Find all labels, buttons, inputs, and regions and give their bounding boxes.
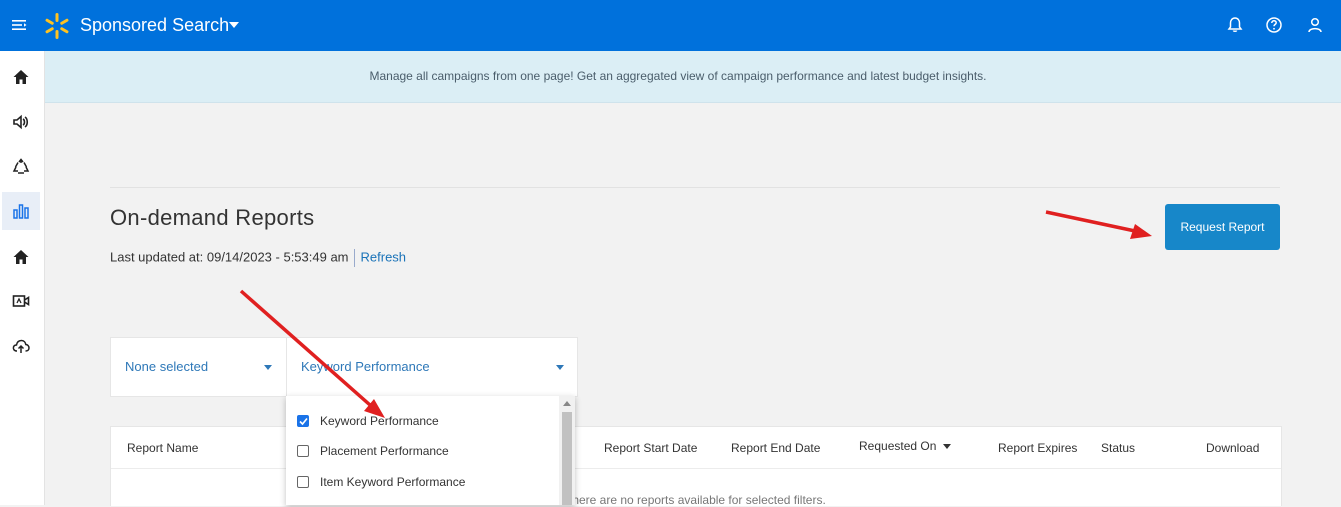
nav-reports[interactable] (2, 192, 40, 230)
column-header[interactable]: Report Name (127, 441, 198, 455)
scroll-thumb[interactable] (562, 412, 572, 505)
checkmark-icon (299, 417, 308, 426)
dropdown-option[interactable]: Placement Performance (286, 437, 556, 467)
option-label: Placement Performance (320, 444, 449, 458)
refresh-link[interactable]: Refresh (361, 249, 407, 264)
report-scope-select[interactable]: None selected (111, 338, 286, 396)
column-header[interactable]: Report Expires (998, 441, 1077, 455)
column-header[interactable]: Download (1206, 441, 1259, 455)
nav-video[interactable] (2, 282, 40, 320)
caret-down-icon (264, 365, 272, 370)
bar-chart-icon (13, 204, 29, 219)
arrow-to-request-button (1045, 210, 1152, 239)
nav-recycle[interactable] (2, 148, 40, 186)
report-type-dropdown: Keyword Performance Placement Performanc… (286, 396, 575, 505)
left-nav (0, 51, 45, 505)
section-divider (110, 187, 1280, 188)
column-header-label: Requested On (859, 439, 937, 453)
select-value: None selected (125, 359, 209, 374)
dropdown-scrollbar[interactable] (559, 396, 575, 505)
select-value: Keyword Performance (301, 359, 430, 374)
megaphone-icon (13, 114, 29, 130)
request-report-button[interactable]: Request Report (1165, 204, 1280, 250)
nav-campaigns[interactable] (2, 103, 40, 141)
option-label: Item Keyword Performance (320, 475, 466, 489)
nav-home[interactable] (2, 58, 40, 96)
nav-upload[interactable] (2, 327, 40, 365)
home-icon (13, 70, 29, 84)
chevron-down-icon[interactable] (229, 21, 239, 29)
nav-home-2[interactable] (2, 238, 40, 276)
scroll-up-icon[interactable] (563, 401, 571, 406)
caret-down-icon (556, 365, 564, 370)
help-icon[interactable] (1265, 16, 1283, 34)
bell-icon[interactable] (1226, 16, 1244, 34)
page-title: On-demand Reports (110, 205, 315, 230)
recycle-icon (12, 158, 30, 174)
option-label: Keyword Performance (320, 414, 439, 428)
last-updated-label: Last updated at: 09/14/2023 - 5:53:49 am (110, 249, 349, 265)
user-icon[interactable] (1306, 16, 1324, 34)
checkbox-checked[interactable] (297, 415, 309, 427)
cloud-upload-icon (12, 339, 30, 353)
app-title[interactable]: Sponsored Search (80, 14, 229, 36)
banner-text: Manage all campaigns from one page! Get … (369, 69, 987, 83)
last-updated: Last updated at: 09/14/2023 - 5:53:49 am… (110, 249, 406, 267)
report-type-select[interactable]: Keyword Performance (287, 338, 577, 396)
dropdown-option[interactable]: Item Keyword Performance (286, 468, 556, 498)
column-header[interactable]: Status (1101, 441, 1135, 455)
video-camera-icon (12, 295, 30, 307)
dropdown-option[interactable]: Keyword Performance (286, 407, 556, 437)
column-header[interactable]: Report End Date (731, 441, 820, 455)
menu-icon[interactable] (11, 17, 27, 33)
column-header-sortable[interactable]: Requested On (859, 439, 951, 453)
separator (353, 249, 355, 267)
checkbox[interactable] (297, 445, 309, 457)
filter-bar: None selected Keyword Performance (110, 337, 578, 397)
top-app-bar: Sponsored Search (0, 0, 1341, 51)
home-icon (13, 250, 29, 264)
sort-desc-icon (942, 444, 951, 450)
checkbox[interactable] (297, 476, 309, 488)
walmart-spark-logo-icon (45, 13, 69, 39)
info-banner: Manage all campaigns from one page! Get … (45, 51, 1341, 103)
column-header[interactable]: Report Start Date (604, 441, 697, 455)
